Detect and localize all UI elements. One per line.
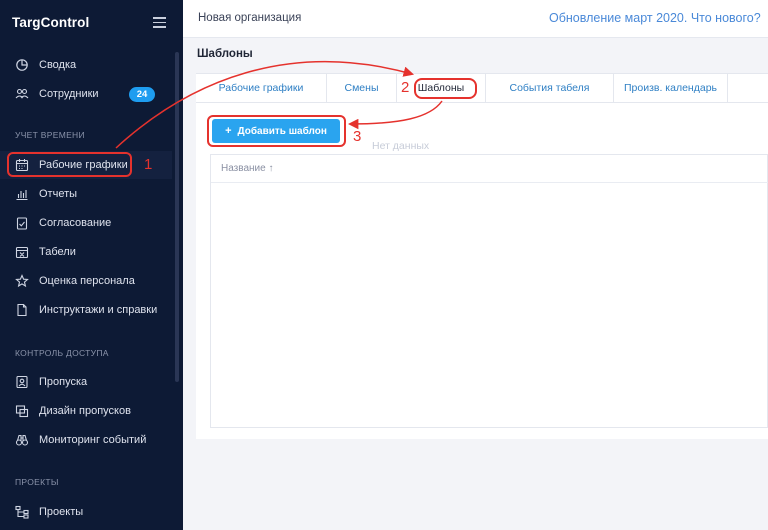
sidebar-item-summary[interactable]: Сводка xyxy=(0,51,172,79)
sidebar-item-label: Согласование xyxy=(39,217,112,229)
tab-timesheet-events[interactable]: События табеля xyxy=(486,74,614,103)
sidebar-item-label: Мониторинг событий xyxy=(39,434,147,446)
table-header: Название ↑ xyxy=(211,155,768,183)
templates-table: Название ↑ xyxy=(210,154,768,428)
sidebar-item-passes[interactable]: Пропуска xyxy=(0,368,172,396)
sidebar-item-label: Инструктажи и справки xyxy=(39,304,158,316)
section-title-time: УЧЕТ ВРЕМЕНИ xyxy=(15,130,85,140)
page-title: Шаблоны xyxy=(197,48,253,60)
binoculars-icon xyxy=(15,434,29,446)
tab-bar: Рабочие графики Смены Шаблоны События та… xyxy=(196,73,768,103)
sidebar-item-pass-design[interactable]: Дизайн пропусков xyxy=(0,397,172,425)
menu-icon[interactable] xyxy=(153,17,166,28)
sidebar-item-label: Сводка xyxy=(39,59,77,71)
sidebar-item-label: Проекты xyxy=(39,506,84,518)
sidebar-item-label: Оценка персонала xyxy=(39,275,135,287)
brand-logo[interactable]: TargControl xyxy=(12,15,89,30)
calendar-x-icon xyxy=(15,246,29,259)
sidebar-item-event-monitoring[interactable]: Мониторинг событий xyxy=(0,426,172,454)
tab-production-calendar[interactable]: Произв. календарь xyxy=(614,74,728,103)
sidebar-item-label: Табели xyxy=(39,246,76,258)
clipboard-check-icon xyxy=(16,217,28,230)
organization-name[interactable]: Новая организация xyxy=(198,12,301,24)
hierarchy-icon xyxy=(15,505,29,519)
sidebar-item-label: Отчеты xyxy=(39,188,78,200)
sidebar-item-briefings[interactable]: Инструктажи и справки xyxy=(0,296,172,324)
column-name-header[interactable]: Название ↑ xyxy=(221,163,273,174)
annotation-step-1: 1 xyxy=(144,156,153,173)
badge-icon xyxy=(16,375,28,389)
sidebar: TargControl Сводка Сотрудники 24 УЧЕТ ВР… xyxy=(0,0,183,530)
dashboard-icon xyxy=(16,59,28,71)
sidebar-item-projects[interactable]: Проекты xyxy=(0,498,172,526)
sidebar-scrollbar[interactable] xyxy=(175,52,179,382)
section-title-access: КОНТРОЛЬ ДОСТУПА xyxy=(15,348,109,358)
design-icon xyxy=(15,405,29,418)
sidebar-item-approval[interactable]: Согласование xyxy=(0,209,172,237)
annotation-highlight-add-button xyxy=(207,115,346,147)
sidebar-item-timesheets[interactable]: Табели xyxy=(0,238,172,266)
star-icon xyxy=(15,274,29,288)
annotation-step-3: 3 xyxy=(353,128,362,145)
employee-count-badge: 24 xyxy=(129,87,155,102)
annotation-step-2: 2 xyxy=(401,79,410,96)
section-title-projects: ПРОЕКТЫ xyxy=(15,477,59,487)
sidebar-item-label: Сотрудники xyxy=(39,88,99,100)
sidebar-item-reports[interactable]: Отчеты xyxy=(0,180,172,208)
sidebar-item-staff-evaluation[interactable]: Оценка персонала xyxy=(0,267,172,295)
header: Новая организация Обновление март 2020. … xyxy=(183,0,768,38)
update-link[interactable]: Обновление март 2020. Что нового? xyxy=(549,11,761,25)
tab-work-schedules[interactable]: Рабочие графики xyxy=(196,74,327,103)
tab-shifts[interactable]: Смены xyxy=(327,74,397,103)
sidebar-item-label: Пропуска xyxy=(39,376,88,388)
sidebar-item-employees[interactable]: Сотрудники 24 xyxy=(0,80,172,108)
users-icon xyxy=(15,88,29,99)
bar-chart-icon xyxy=(16,190,28,201)
empty-state-text: Нет данных xyxy=(372,140,430,152)
annotation-highlight-templates-tab xyxy=(414,78,477,99)
sidebar-item-label: Дизайн пропусков xyxy=(39,405,131,417)
annotation-highlight-work-schedules xyxy=(7,152,132,177)
document-icon xyxy=(17,303,27,317)
